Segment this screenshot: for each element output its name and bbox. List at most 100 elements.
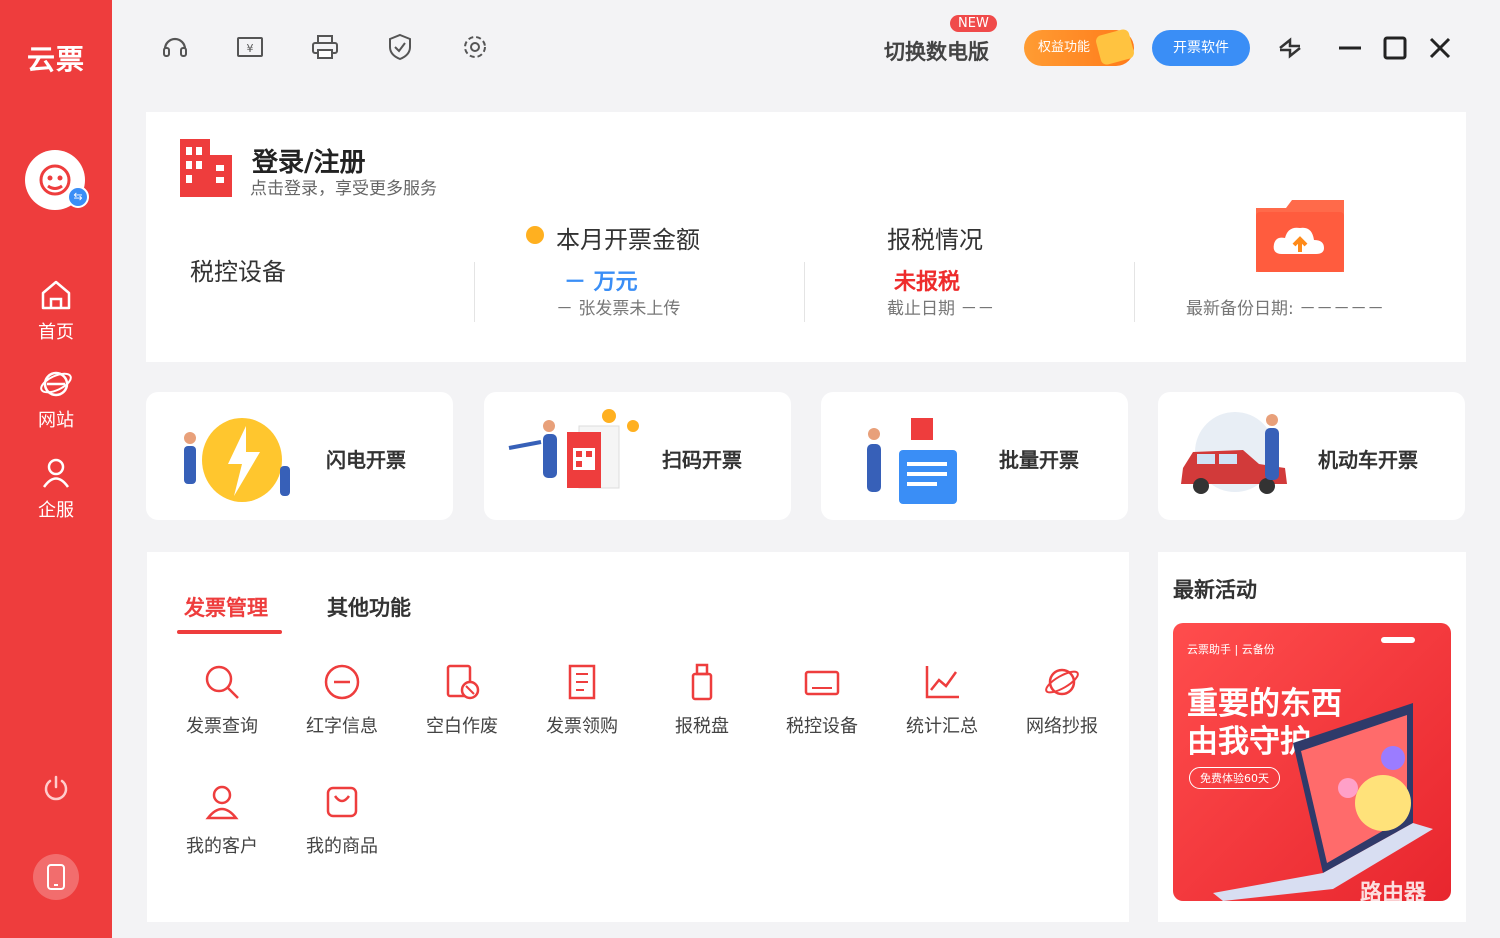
security-button[interactable] — [383, 30, 417, 64]
lightning-invoice-card[interactable]: 闪电开票 — [146, 392, 453, 520]
headset-icon — [163, 37, 187, 57]
tab-other-functions[interactable]: 其他功能 — [327, 592, 411, 622]
invoice-software-button[interactable]: 开票软件 — [1152, 30, 1250, 66]
func-invoice-query[interactable]: 发票查询 — [167, 662, 277, 738]
maximize-button[interactable] — [1377, 30, 1413, 66]
receipt-icon — [568, 664, 596, 700]
bag-icon — [326, 786, 358, 818]
vehicle-invoice-card[interactable]: 机动车开票 — [1158, 392, 1465, 520]
cloud-folder-icon[interactable] — [1252, 198, 1348, 276]
app-logo: 云票 — [26, 43, 85, 76]
browser-icon — [40, 371, 72, 397]
func-blank-void[interactable]: 空白作废 — [407, 662, 517, 738]
func-label: 网络抄报 — [1026, 716, 1098, 737]
login-subtitle: 点击登录，享受更多服务 — [250, 179, 437, 199]
device-label: 税控设备 — [190, 258, 286, 286]
func-label: 发票查询 — [186, 716, 258, 737]
card-label: 扫码开票 — [662, 448, 742, 472]
qr-scan-illustration-icon — [508, 409, 639, 489]
monthly-amount-label: 本月开票金额 — [556, 226, 700, 254]
support-button[interactable] — [158, 30, 192, 64]
account-info-panel: 登录/注册 点击登录，享受更多服务 税控设备 本月开票金额 － 万元 － 张发票… — [146, 112, 1466, 362]
rights-label: 权益功能 — [1038, 40, 1091, 55]
activity-banner[interactable]: 云票助手 | 云备份 重要的东西 由我守护 免费体验60天 — [1173, 623, 1451, 901]
unuploaded-count: － 张发票未上传 — [556, 299, 681, 319]
activity-title: 最新活动 — [1173, 578, 1257, 602]
func-my-products[interactable]: 我的商品 — [287, 782, 397, 858]
printer-icon — [312, 35, 338, 59]
quick-switch-button[interactable] — [1272, 30, 1308, 66]
avatar[interactable]: ⇆ — [25, 150, 89, 210]
card-label: 闪电开票 — [326, 448, 406, 472]
backup-date: 最新备份日期: －－－－－ — [1186, 299, 1385, 319]
maximize-icon — [1383, 36, 1407, 60]
watermark-text: 路由器 — [1360, 881, 1427, 906]
banner-indicator — [1381, 637, 1415, 643]
func-invoice-purchase[interactable]: 发票领购 — [527, 662, 637, 738]
sidebar-item-home[interactable]: 首页 — [0, 278, 112, 344]
home-icon — [41, 280, 71, 310]
tab-invoice-management[interactable]: 发票管理 — [184, 592, 268, 622]
phone-icon — [47, 864, 65, 890]
func-online-report[interactable]: 网络抄报 — [1007, 662, 1117, 738]
coin-icon — [526, 226, 544, 244]
power-icon — [44, 775, 68, 801]
print-button[interactable] — [308, 30, 342, 64]
laptop-illustration-icon — [1213, 703, 1433, 901]
card-label: 机动车开票 — [1318, 448, 1418, 472]
power-button[interactable] — [40, 772, 72, 808]
mobile-button[interactable] — [33, 854, 79, 900]
sidebar-item-label: 首页 — [38, 322, 74, 343]
sidebar-item-label: 企服 — [38, 500, 74, 521]
sidebar-item-enterprise[interactable]: 企服 — [0, 456, 112, 522]
minimize-button[interactable] — [1332, 30, 1368, 66]
new-badge: NEW — [950, 15, 997, 32]
active-tab-indicator — [177, 630, 282, 634]
rights-button[interactable]: 权益功能 — [1024, 28, 1136, 66]
settings-button[interactable] — [458, 30, 492, 64]
tax-status-value: 未报税 — [894, 270, 961, 295]
lightning-illustration-icon — [184, 418, 290, 502]
divider — [1134, 262, 1135, 322]
switch-digital-button[interactable]: 切换数电版 — [884, 36, 989, 66]
batch-illustration-icon — [867, 418, 957, 504]
invoice-icon: ¥ — [237, 37, 263, 57]
func-my-customers[interactable]: 我的客户 — [167, 782, 277, 858]
divider — [804, 262, 805, 322]
banner-top: 云票助手 | 云备份 — [1187, 643, 1275, 656]
func-label: 统计汇总 — [906, 716, 978, 737]
func-tax-device[interactable]: 税控设备 — [767, 662, 877, 738]
usb-drive-icon — [691, 663, 713, 701]
card-label: 批量开票 — [999, 448, 1079, 472]
chart-line-icon — [925, 666, 959, 699]
divider — [474, 262, 475, 322]
func-statistics[interactable]: 统计汇总 — [887, 662, 997, 738]
building-icon — [180, 139, 232, 197]
scan-invoice-card[interactable]: 扫码开票 — [484, 392, 791, 520]
sidebar: 云票 ⇆ 首页 网站 企服 — [0, 0, 112, 938]
activity-panel: 最新活动 云票助手 | 云备份 重要的东西 由我守护 免费体验60天 — [1158, 552, 1466, 922]
functions-panel: 发票管理 其他功能 发票查询 红字信息 空白作废 发票领购 报税盘 税控设备 统… — [147, 552, 1129, 922]
sidebar-item-website[interactable]: 网站 — [0, 366, 112, 432]
invoice-tool-button[interactable]: ¥ — [233, 30, 267, 64]
shield-icon — [389, 33, 411, 61]
flash-icon — [1279, 37, 1301, 59]
func-label: 我的客户 — [186, 836, 258, 857]
device-icon — [804, 670, 840, 696]
tax-status-label: 报税情况 — [887, 226, 983, 254]
close-icon — [1429, 37, 1451, 59]
func-label: 空白作废 — [426, 716, 498, 737]
switch-account-icon[interactable]: ⇆ — [67, 186, 89, 208]
car-illustration-icon — [1181, 412, 1287, 494]
batch-invoice-card[interactable]: 批量开票 — [821, 392, 1128, 520]
sidebar-item-label: 网站 — [38, 410, 74, 431]
user-icon — [42, 458, 70, 488]
close-button[interactable] — [1422, 30, 1458, 66]
minimize-icon — [1339, 46, 1361, 50]
func-label: 红字信息 — [306, 716, 378, 737]
func-tax-disk[interactable]: 报税盘 — [647, 662, 757, 738]
func-label: 发票领购 — [546, 716, 618, 737]
func-red-letter-info[interactable]: 红字信息 — [287, 662, 397, 738]
func-label: 我的商品 — [306, 836, 378, 857]
monthly-amount-value: － 万元 — [564, 270, 638, 295]
